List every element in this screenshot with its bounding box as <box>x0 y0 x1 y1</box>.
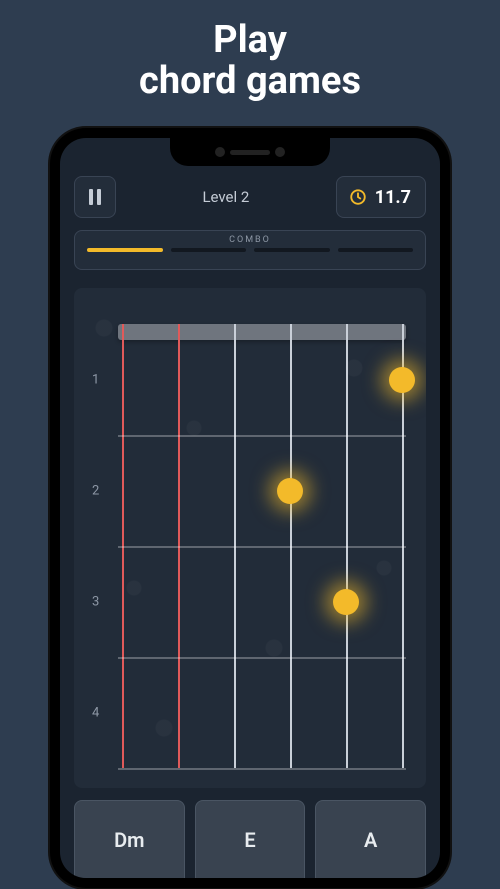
phone-screen: Level 2 11.7 COMBO <box>60 138 440 878</box>
chord-button-dm[interactable]: Dm <box>74 800 185 878</box>
phone-frame: Level 2 11.7 COMBO <box>50 128 450 888</box>
fret-number: 4 <box>92 705 99 720</box>
chord-button-e[interactable]: E <box>195 800 306 878</box>
timer-value: 11.7 <box>375 187 411 208</box>
promo-title: Play chord games <box>0 0 500 102</box>
combo-segment <box>338 248 414 252</box>
camera-dot <box>215 147 225 157</box>
pause-button[interactable] <box>74 176 116 218</box>
finger-position[interactable] <box>333 589 359 615</box>
fret-line <box>118 657 406 659</box>
timer-icon <box>349 188 367 206</box>
fret-number: 2 <box>92 483 99 498</box>
combo-segment <box>254 248 330 252</box>
speaker-slit <box>230 150 270 155</box>
fretboard-area: 1 2 3 4 <box>74 288 426 788</box>
promo-line2: chord games <box>139 59 361 103</box>
finger-position[interactable] <box>389 367 415 393</box>
fret-line <box>118 435 406 437</box>
pause-icon <box>88 189 102 205</box>
guitar-nut <box>118 324 406 340</box>
combo-label: COMBO <box>229 235 271 245</box>
timer-display: 11.7 <box>336 176 426 218</box>
chord-options: Dm E A <box>74 800 426 878</box>
finger-position[interactable] <box>277 478 303 504</box>
camera-dot <box>275 147 285 157</box>
fretboard[interactable]: 1 2 3 4 <box>122 324 402 768</box>
fret-line <box>118 546 406 548</box>
fret-number: 3 <box>92 594 99 609</box>
fret-line <box>118 768 406 770</box>
combo-segment <box>171 248 247 252</box>
combo-segment <box>87 248 163 252</box>
phone-notch <box>170 138 330 166</box>
fret-number: 1 <box>92 372 99 387</box>
top-bar: Level 2 11.7 <box>74 176 426 218</box>
combo-meter: COMBO <box>74 230 426 270</box>
chord-button-a[interactable]: A <box>315 800 426 878</box>
level-label: Level 2 <box>202 188 249 206</box>
promo-line1: Play <box>213 18 287 62</box>
